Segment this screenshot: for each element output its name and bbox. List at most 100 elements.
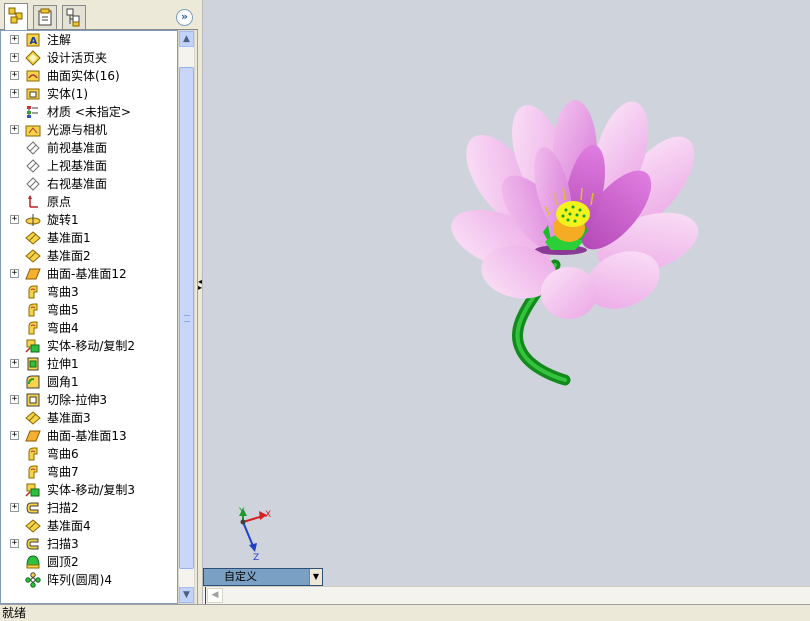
expand-icon[interactable]: + [10,269,19,278]
tab-property-manager[interactable] [33,5,57,29]
extrude-icon [25,356,41,372]
tree-item[interactable]: 基准面3 [1,409,177,427]
z-axis-line [242,521,254,547]
lights-cameras-icon [25,122,41,138]
tree-item[interactable]: + 光源与相机 [1,121,177,139]
scroll-thumb[interactable] [179,67,194,569]
ref-plane-icon [25,230,41,246]
tab-feature-manager[interactable] [4,3,28,30]
z-axis-label: Z [253,553,259,563]
tree-item[interactable]: + 曲面实体(16) [1,67,177,85]
expand-icon[interactable]: + [10,215,19,224]
double-chevron-right-icon: » [180,10,189,23]
tree-item-label: 弯曲3 [47,285,79,299]
tree-item[interactable]: + 曲面-基准面12 [1,265,177,283]
expand-icon[interactable]: + [10,503,19,512]
view-orientation-select[interactable]: 自定义 ▼ [203,568,323,586]
tree-item[interactable]: 实体-移动/复制2 [1,337,177,355]
tree-item[interactable]: 基准面4 [1,517,177,535]
tree-item[interactable]: 阵列(圆周)4 [1,571,177,589]
tree-item[interactable]: + 曲面-基准面13 [1,427,177,445]
ref-plane-icon [25,518,41,534]
ref-plane-icon [25,410,41,426]
tree-item-label: 实体-移动/复制2 [47,339,136,353]
tree-item[interactable]: + 设计活页夹 [1,49,177,67]
tree-item[interactable]: 弯曲5 [1,301,177,319]
tree-item[interactable]: + 实体(1) [1,85,177,103]
feature-tree: + A 注解 + 设计活页夹 + 曲面实体(16) + 实体(1) 材质 <未指定> + 光源与相机前… [0,30,178,604]
plane-icon [25,140,41,156]
plane-icon [25,158,41,174]
tree-item[interactable]: 右视基准面 [1,175,177,193]
tab-configuration-manager[interactable] [62,5,86,29]
y-axis-label: Y [238,507,245,517]
tree-item[interactable]: + 切除-拉伸3 [1,391,177,409]
graphics-viewport[interactable]: X Y Z [203,0,810,586]
tree-item-label: 曲面-基准面13 [47,429,127,443]
tree-item[interactable]: 圆顶2 [1,553,177,571]
tree-item-label: 原点 [47,195,72,209]
tree-item-label: 材质 <未指定> [47,105,131,119]
tree-item[interactable]: 原点 [1,193,177,211]
tree-item[interactable]: 实体-移动/复制3 [1,481,177,499]
triad-origin [240,519,246,525]
scroll-up-button[interactable]: ▲ [179,31,194,47]
tree-item[interactable]: 基准面2 [1,247,177,265]
grip-icon [184,315,190,322]
sweep-icon [25,500,41,516]
tree-item[interactable]: 弯曲4 [1,319,177,337]
planar-surface-icon [25,428,41,444]
tree-item[interactable]: 圆角1 [1,373,177,391]
expand-icon[interactable]: + [10,35,19,44]
tree-item[interactable]: + 旋转1 [1,211,177,229]
expand-icon[interactable]: + [10,71,19,80]
tree-item[interactable]: 上视基准面 [1,157,177,175]
tree-item[interactable]: + A 注解 [1,31,177,49]
tree-item[interactable]: 弯曲3 [1,283,177,301]
scroll-down-button[interactable]: ▼ [179,587,194,603]
tree-item-label: 弯曲4 [47,321,79,335]
svg-text:A: A [30,36,38,47]
viewport-horizontal-scrollbar[interactable]: ◀ [203,586,810,604]
move-copy-icon [25,338,41,354]
tree-item[interactable]: 弯曲6 [1,445,177,463]
tree-item-label: 上视基准面 [47,159,108,173]
dropdown-arrow-icon[interactable]: ▼ [309,569,322,585]
dome-icon [25,554,41,570]
collapse-panel-button[interactable]: » [176,9,193,26]
scroll-left-button[interactable]: ◀ [207,588,223,603]
tree-item-label: 基准面1 [47,231,91,245]
surface-bodies-icon [25,68,41,84]
tree-item-label: 前视基准面 [47,141,108,155]
tree-item[interactable]: 基准面1 [1,229,177,247]
feature-manager-panel: » + A 注解 + 设计活页夹 + 曲面实体(16) + 实体(1) 材质 <未指定> + 光源与相… [0,0,198,604]
cut-extrude-icon [25,392,41,408]
ref-plane-icon [25,248,41,264]
tree-vertical-scrollbar[interactable]: ▲ ▼ [178,30,195,604]
expand-icon[interactable]: + [10,125,19,134]
flex-icon [25,284,41,300]
revolve-icon [25,212,41,228]
tree-item-label: 曲面-基准面12 [47,267,127,281]
solid-bodies-icon [25,86,41,102]
expand-icon[interactable]: + [10,539,19,548]
tree-item[interactable]: 材质 <未指定> [1,103,177,121]
move-copy-icon [25,482,41,498]
panel-tabs: » [0,0,198,30]
feature-manager-icon [8,7,23,24]
z-axis-arrow [249,543,257,552]
view-orientation-value: 自定义 [224,570,257,583]
tree-item[interactable]: + 扫描2 [1,499,177,517]
tree-item[interactable]: + 扫描3 [1,535,177,553]
expand-icon[interactable]: + [10,89,19,98]
tree-item[interactable]: 前视基准面 [1,139,177,157]
tree-item-label: 基准面4 [47,519,91,533]
tree-item-label: 弯曲6 [47,447,79,461]
expand-icon[interactable]: + [10,395,19,404]
tree-item-label: 阵列(圆周)4 [47,573,112,587]
expand-icon[interactable]: + [10,53,19,62]
tree-item[interactable]: 弯曲7 [1,463,177,481]
tree-item[interactable]: + 拉伸1 [1,355,177,373]
expand-icon[interactable]: + [10,359,19,368]
expand-icon[interactable]: + [10,431,19,440]
